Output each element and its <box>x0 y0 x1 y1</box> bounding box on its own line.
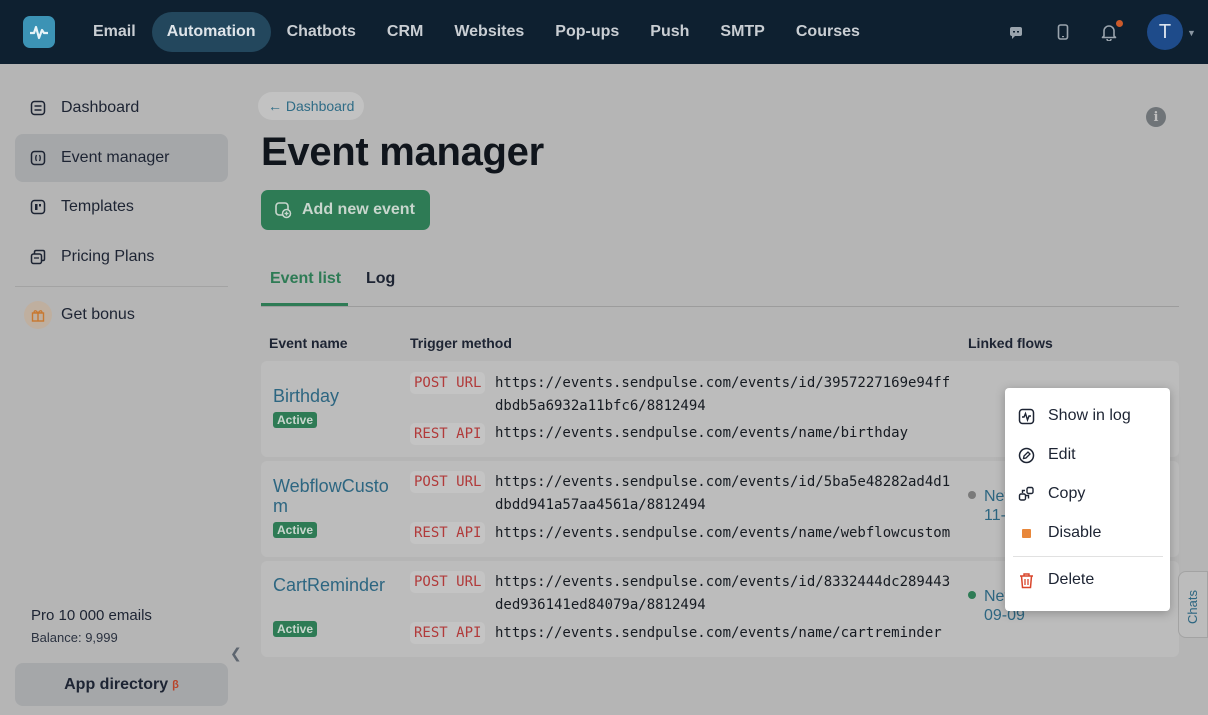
sidebar-divider <box>15 286 228 287</box>
nav-push[interactable]: Push <box>635 12 704 52</box>
nav-smtp[interactable]: SMTP <box>705 12 779 52</box>
event-name-link[interactable]: CartReminder <box>273 575 398 595</box>
chats-side-tab[interactable]: Chats <box>1178 571 1208 638</box>
sidebar-item-dashboard[interactable]: Dashboard <box>15 84 228 132</box>
sidebar-item-label: Get bonus <box>61 306 135 323</box>
post-url-value[interactable]: https://events.sendpulse.com/events/id/5… <box>495 471 955 517</box>
event-name-link[interactable]: WebflowCustom <box>273 476 398 516</box>
post-url-label: POST URL <box>410 571 486 593</box>
menu-item-show-in-log[interactable]: Show in log <box>1017 401 1162 431</box>
breadcrumb[interactable]: ← Dashboard <box>258 92 365 120</box>
nav-popups[interactable]: Pop-ups <box>540 12 634 52</box>
tabs: Event list Log <box>261 262 1179 307</box>
pricing-icon <box>30 249 46 265</box>
menu-item-label: Copy <box>1048 485 1086 502</box>
edit-icon <box>1017 446 1035 464</box>
column-header-event-name: Event name <box>269 335 348 351</box>
menu-item-label: Show in log <box>1048 407 1131 424</box>
sidebar-item-label: Dashboard <box>61 99 140 116</box>
info-icon[interactable]: i <box>1146 107 1166 127</box>
status-badge: Active <box>273 621 318 637</box>
nav-courses[interactable]: Courses <box>781 12 875 52</box>
log-icon <box>1017 407 1035 425</box>
rest-api-label: REST API <box>410 423 486 445</box>
menu-item-label: Edit <box>1048 446 1076 463</box>
event-name-link[interactable]: Birthday <box>273 386 398 406</box>
chat-icon[interactable] <box>1006 22 1026 42</box>
nav-email[interactable]: Email <box>78 12 151 52</box>
plan-balance: Balance: 9,999 <box>31 630 118 645</box>
rest-api-label: REST API <box>410 522 486 544</box>
add-new-event-button[interactable]: Add new event <box>261 190 430 230</box>
tab-event-list[interactable]: Event list <box>270 270 341 288</box>
main-nav: Email Automation Chatbots CRM Websites P… <box>78 12 876 52</box>
flow-status-dot <box>968 491 976 499</box>
phone-icon[interactable] <box>1053 22 1073 42</box>
post-url-value[interactable]: https://events.sendpulse.com/events/id/3… <box>495 372 955 418</box>
post-url-value[interactable]: https://events.sendpulse.com/events/id/8… <box>495 571 955 617</box>
templates-icon <box>30 199 46 215</box>
rest-api-value[interactable]: https://events.sendpulse.com/events/name… <box>495 422 955 445</box>
app-directory-button[interactable]: App directory β <box>15 663 228 706</box>
gift-icon <box>24 301 52 329</box>
nav-chatbots[interactable]: Chatbots <box>272 12 371 52</box>
active-tab-indicator <box>261 303 348 306</box>
page-title: Event manager <box>261 130 544 174</box>
rest-api-value[interactable]: https://events.sendpulse.com/events/name… <box>495 522 955 545</box>
nav-websites[interactable]: Websites <box>439 12 539 52</box>
status-badge: Active <box>273 412 318 428</box>
column-header-linked-flows: Linked flows <box>968 335 1053 351</box>
post-url-label: POST URL <box>410 471 486 493</box>
context-menu: Show in log Edit Copy Disable Delete <box>1005 388 1170 611</box>
column-header-trigger-method: Trigger method <box>410 335 512 351</box>
chevron-down-icon[interactable]: ▼ <box>1187 28 1196 38</box>
top-navigation-bar: Email Automation Chatbots CRM Websites P… <box>0 0 1208 64</box>
sidebar-item-pricing-plans[interactable]: Pricing Plans <box>15 233 228 281</box>
beta-mark: β <box>172 678 179 691</box>
flow-status-dot <box>968 591 976 599</box>
dashboard-icon <box>30 100 46 116</box>
menu-item-label: Delete <box>1048 571 1095 588</box>
event-icon <box>30 150 46 166</box>
menu-item-delete[interactable]: Delete <box>1017 565 1162 595</box>
menu-divider <box>1013 556 1163 557</box>
add-event-icon <box>274 201 292 219</box>
nav-crm[interactable]: CRM <box>372 12 438 52</box>
sidebar-item-label: Event manager <box>61 149 170 166</box>
tab-log[interactable]: Log <box>366 270 395 288</box>
post-url-label: POST URL <box>410 372 486 394</box>
avatar[interactable]: T <box>1147 14 1183 50</box>
chats-label: Chats <box>1185 590 1200 624</box>
add-new-event-label: Add new event <box>302 201 415 218</box>
sidebar-item-event-manager[interactable]: Event manager <box>15 134 228 182</box>
plan-name[interactable]: Pro 10 000 emails <box>31 607 152 624</box>
status-badge: Active <box>273 522 318 538</box>
rest-api-label: REST API <box>410 622 486 644</box>
nav-automation[interactable]: Automation <box>151 12 271 52</box>
rest-api-value[interactable]: https://events.sendpulse.com/events/name… <box>495 622 955 645</box>
notification-dot <box>1116 20 1123 27</box>
menu-item-copy[interactable]: Copy <box>1017 479 1162 509</box>
menu-item-edit[interactable]: Edit <box>1017 440 1162 470</box>
disable-icon <box>1017 524 1035 542</box>
sidebar-item-label: Templates <box>61 198 134 215</box>
sendpulse-logo[interactable] <box>23 16 55 48</box>
menu-item-disable[interactable]: Disable <box>1017 518 1162 548</box>
sidebar-item-label: Pricing Plans <box>61 248 155 265</box>
collapse-sidebar-icon[interactable]: ❮ <box>230 645 242 662</box>
copy-icon <box>1017 485 1035 503</box>
app-directory-label: App directory <box>64 675 169 693</box>
trash-icon <box>1017 571 1035 589</box>
menu-item-label: Disable <box>1048 524 1102 541</box>
sidebar-item-get-bonus[interactable]: Get bonus <box>15 291 228 339</box>
sidebar-item-templates[interactable]: Templates <box>15 183 228 231</box>
